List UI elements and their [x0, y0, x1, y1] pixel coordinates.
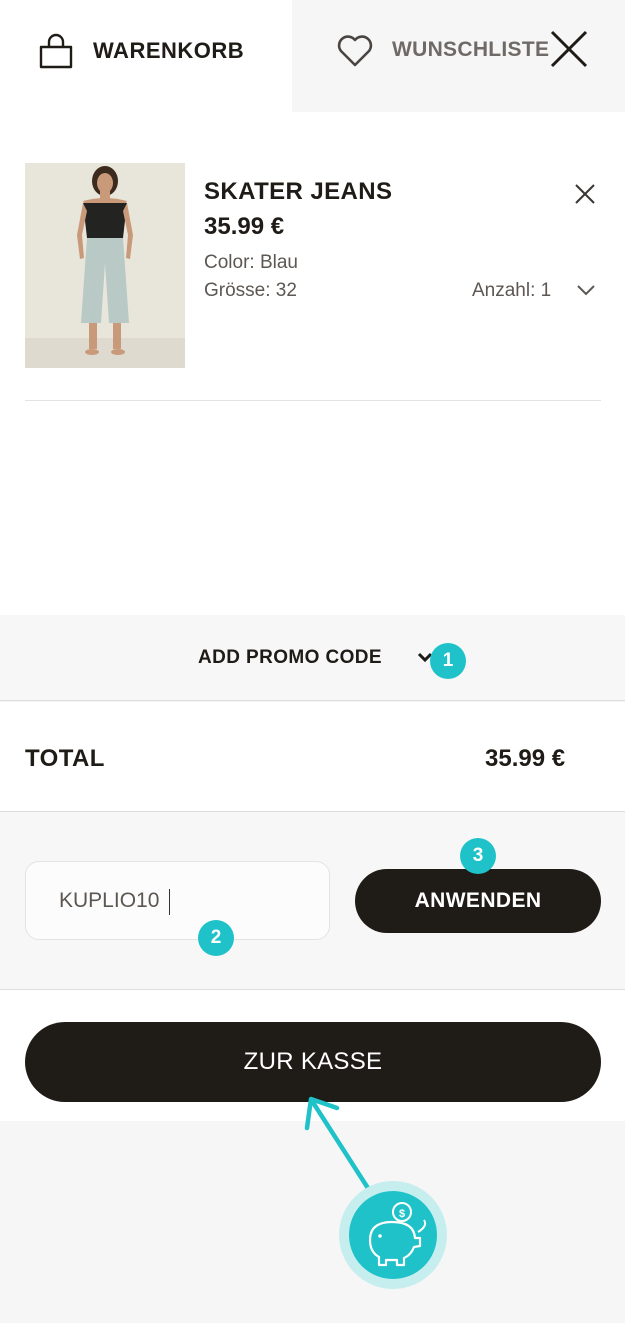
quantity-select[interactable]: Anzahl: 1 [472, 280, 551, 302]
product-price: 35.99 € [204, 213, 285, 240]
tab-warenkorb[interactable]: WARENKORB [0, 0, 292, 112]
promo-toggle-label: ADD PROMO CODE [198, 647, 382, 668]
close-icon[interactable] [548, 28, 590, 70]
total-label: TOTAL [25, 745, 105, 772]
tab-wunschliste-label: WUNSCHLISTE [392, 38, 550, 61]
apply-button[interactable]: ANWENDEN [355, 869, 601, 933]
step-badge-2: 2 [198, 920, 234, 956]
chevron-down-icon[interactable] [575, 279, 597, 301]
product-color: Color: Blau [204, 252, 298, 273]
add-promo-code-toggle[interactable]: ADD PROMO CODE [0, 615, 625, 701]
bag-icon [39, 33, 73, 69]
product-name[interactable]: SKATER JEANS [204, 178, 392, 206]
step-badge-3: 3 [460, 838, 496, 874]
total-value: 35.99 € [485, 745, 566, 772]
svg-text:$: $ [399, 1208, 405, 1220]
product-image[interactable] [25, 163, 185, 368]
piggy-bank-icon: $ [339, 1181, 447, 1289]
product-size: Grösse: 32 [204, 280, 297, 301]
cart-tabs: WARENKORB WUNSCHLISTE [0, 0, 625, 112]
text-caret [169, 889, 170, 915]
checkout-button[interactable]: ZUR KASSE [25, 1022, 601, 1102]
divider [25, 400, 601, 401]
tab-warenkorb-label: WARENKORB [93, 38, 245, 63]
checkout-area: ZUR KASSE [0, 990, 625, 1121]
total-row: TOTAL 35.99 € [0, 702, 625, 812]
remove-item-close-icon[interactable] [573, 182, 597, 206]
promo-code-input[interactable] [25, 861, 330, 940]
promo-code-form: ANWENDEN [0, 812, 625, 990]
step-badge-1: 1 [430, 643, 466, 679]
cart-items: SKATER JEANS 35.99 € Color: Blau Grösse:… [0, 112, 625, 615]
product-photo [25, 163, 185, 368]
heart-icon [337, 35, 373, 67]
